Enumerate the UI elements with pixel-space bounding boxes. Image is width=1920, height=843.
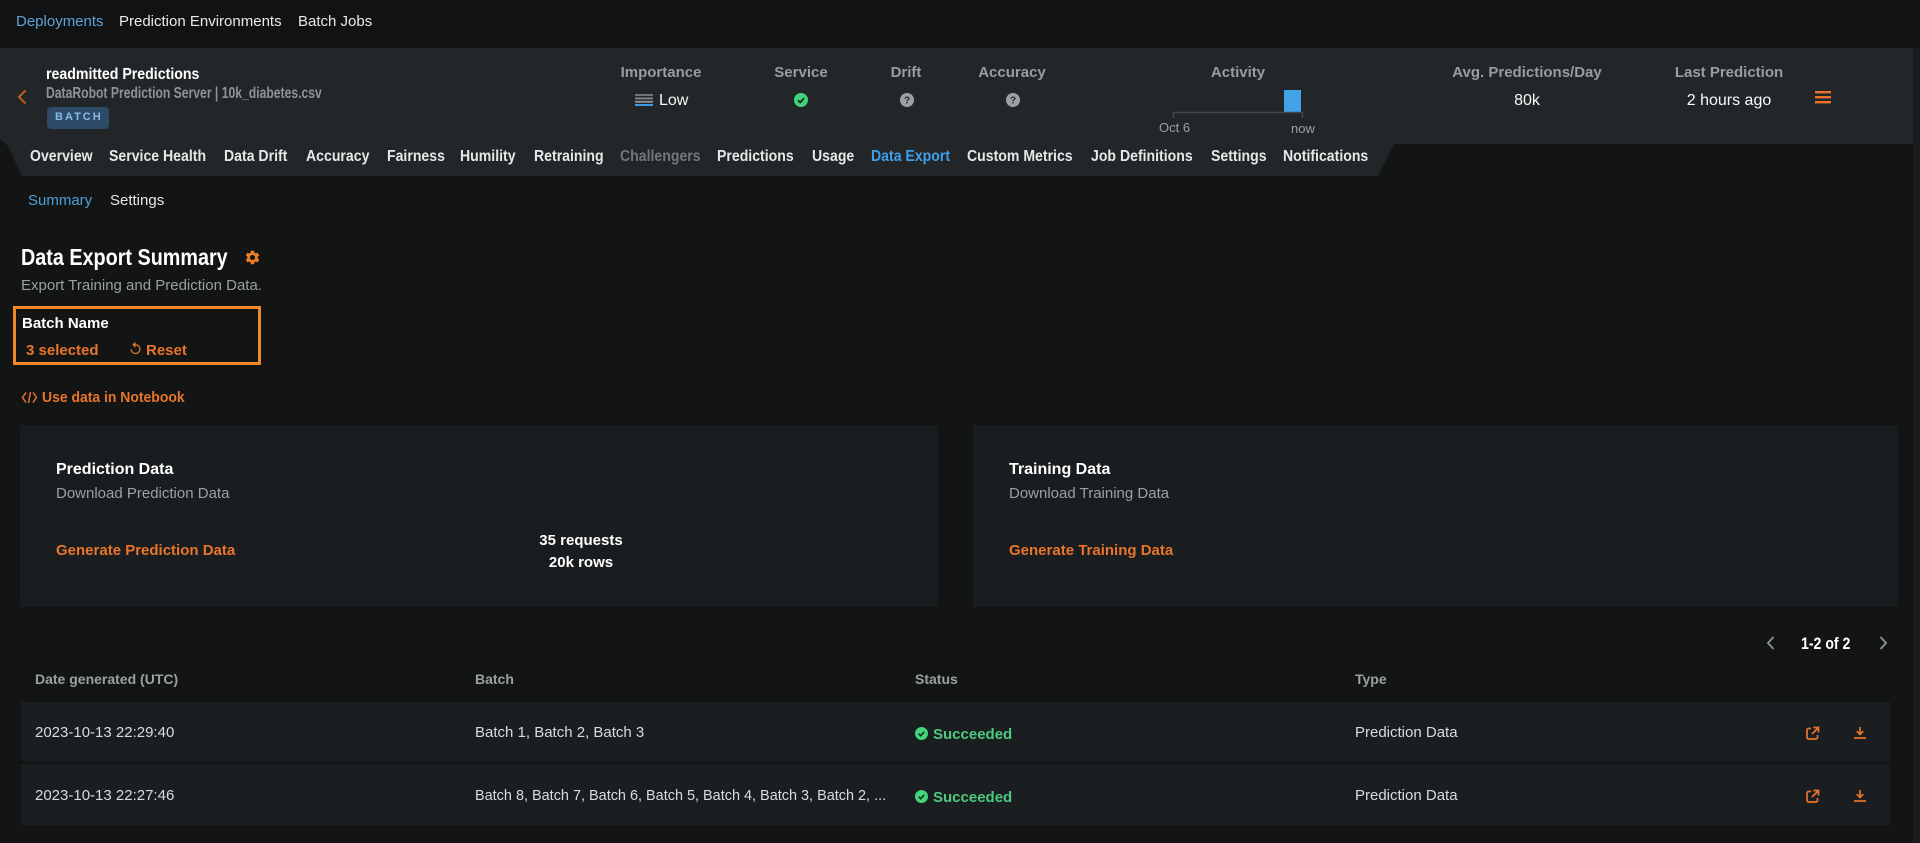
- svg-text:?: ?: [904, 96, 910, 107]
- svg-text:?: ?: [1010, 96, 1016, 107]
